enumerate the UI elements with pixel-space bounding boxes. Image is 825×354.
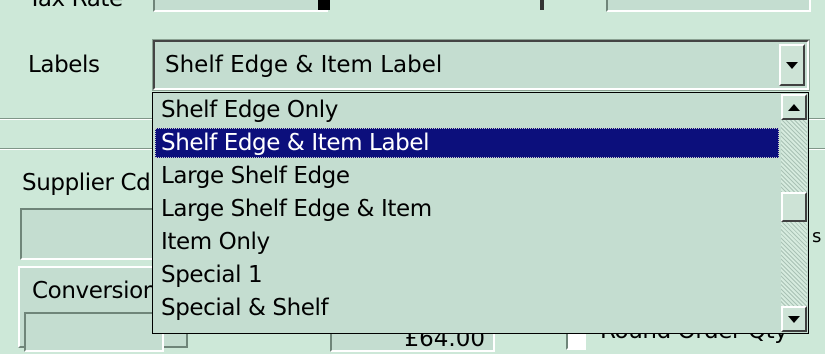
labels-combobox[interactable]: Shelf Edge & Item Label bbox=[152, 39, 810, 91]
list-item[interactable]: Shelf Edge Only bbox=[155, 95, 779, 125]
supplier-code-label: Supplier Cd bbox=[22, 170, 151, 196]
list-item[interactable]: Special & Shelf bbox=[155, 293, 779, 323]
chevron-up-icon bbox=[788, 103, 800, 111]
tax-rate-field[interactable] bbox=[153, 0, 328, 12]
combo-dropdown-button[interactable] bbox=[779, 44, 805, 86]
list-item[interactable]: Large Shelf Edge & Item bbox=[155, 194, 779, 224]
vertical-scrollbar[interactable] bbox=[781, 94, 807, 332]
separator-mark bbox=[540, 0, 544, 10]
list-item[interactable]: Item Only bbox=[155, 227, 779, 257]
tax-rate-spin-icon[interactable] bbox=[318, 0, 330, 10]
chevron-down-icon bbox=[786, 61, 798, 69]
scroll-up-button[interactable] bbox=[781, 94, 807, 120]
scroll-down-button[interactable] bbox=[781, 306, 807, 332]
partial-label-s: s bbox=[812, 226, 821, 247]
labels-dropdown-list[interactable]: Shelf Edge Only Shelf Edge & Item Label … bbox=[152, 92, 809, 334]
scroll-thumb[interactable] bbox=[781, 192, 807, 222]
list-item[interactable]: Large Shelf Edge bbox=[155, 161, 779, 191]
list-item-selected[interactable]: Shelf Edge & Item Label bbox=[155, 128, 779, 158]
list-item[interactable]: Special 1 bbox=[155, 260, 779, 290]
tax-rate-label: Tax Rate bbox=[28, 0, 123, 12]
labels-combobox-value: Shelf Edge & Item Label bbox=[165, 52, 443, 78]
chevron-down-icon bbox=[788, 315, 800, 323]
top-right-field[interactable] bbox=[606, 0, 811, 12]
conversion-field[interactable] bbox=[24, 312, 164, 352]
conversion-label: Conversion bbox=[32, 278, 157, 304]
labels-label: Labels bbox=[28, 52, 100, 78]
